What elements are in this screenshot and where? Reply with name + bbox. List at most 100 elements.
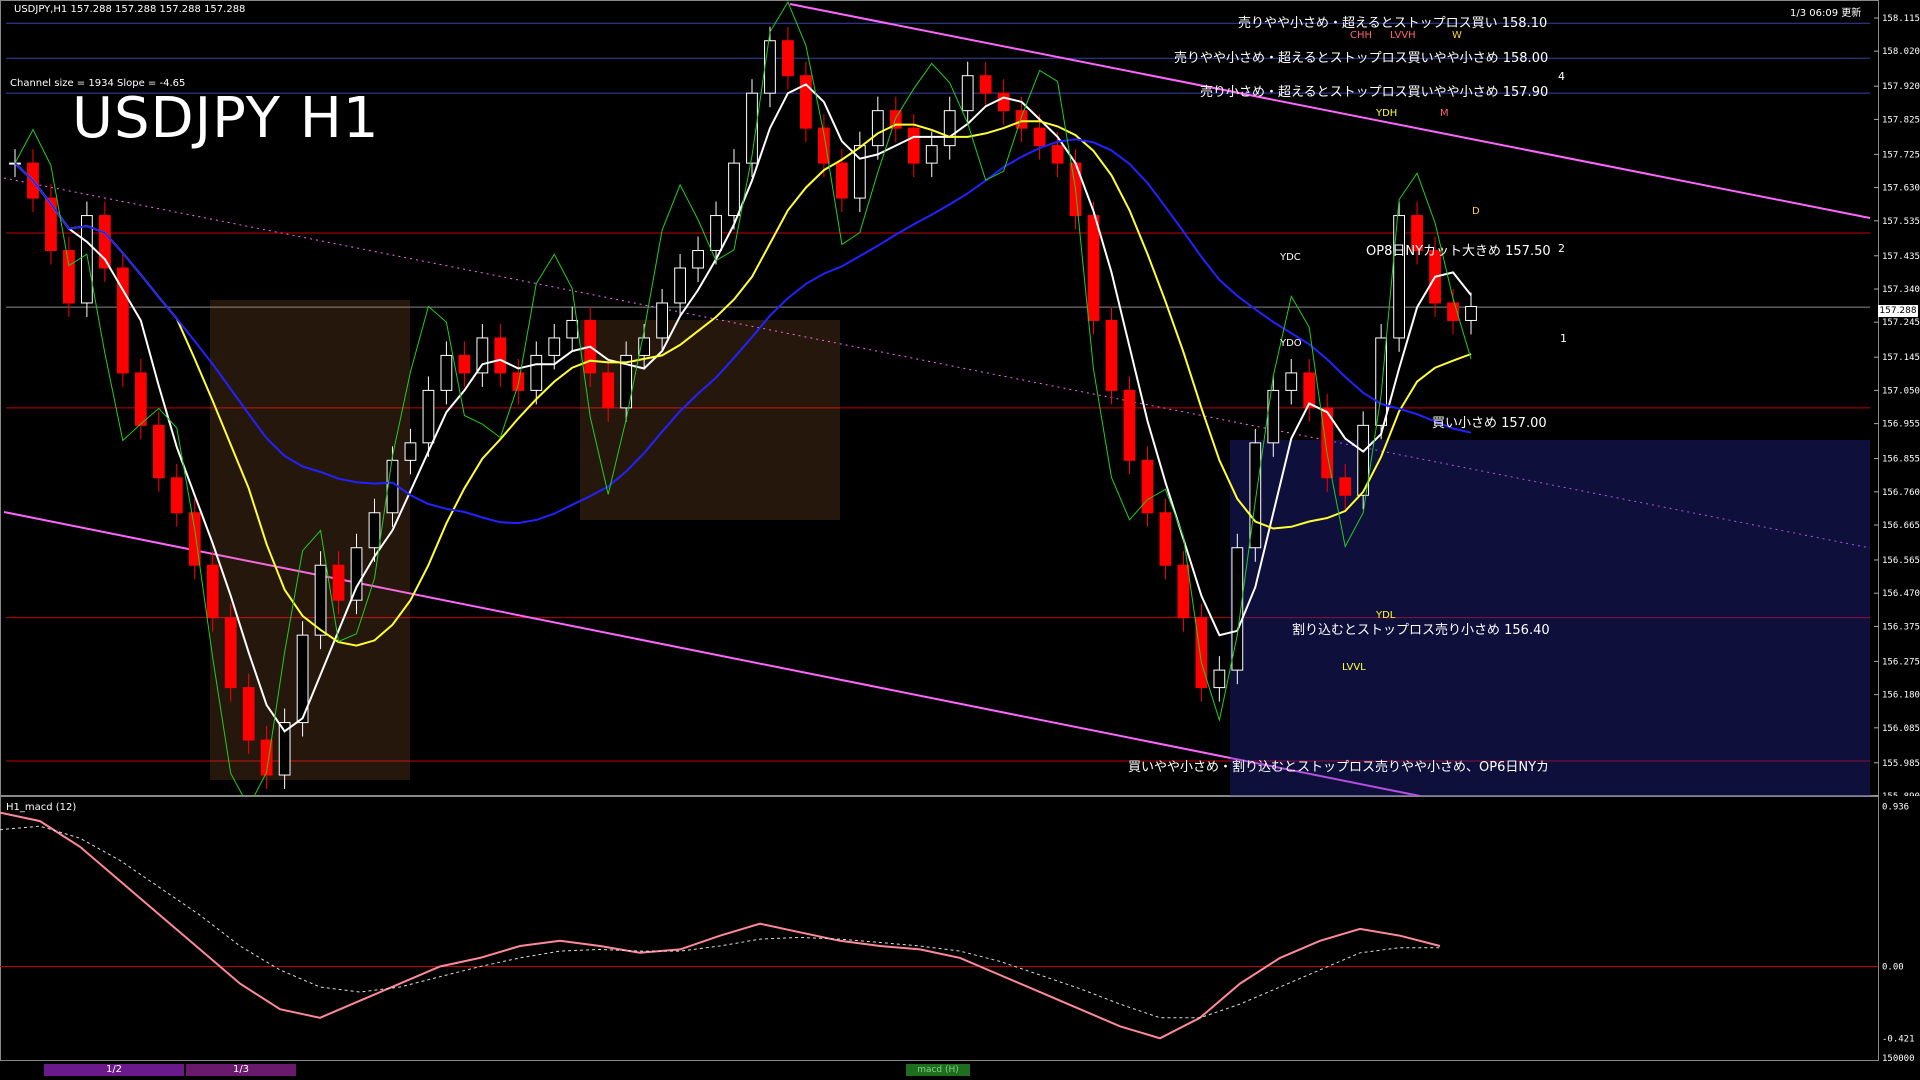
candle-body bbox=[1177, 564, 1190, 619]
ichimoku-cloud-blue bbox=[1230, 440, 1870, 796]
candle-body bbox=[1123, 389, 1136, 461]
label-lvvl: LVVL bbox=[1342, 662, 1366, 673]
candle-body bbox=[1141, 459, 1154, 514]
wave-label-2: 2 bbox=[1558, 242, 1565, 255]
candle-body bbox=[871, 110, 884, 147]
label-ydh: YDH bbox=[1376, 108, 1398, 119]
candle-body bbox=[440, 354, 453, 391]
candle-body bbox=[1267, 389, 1280, 444]
candle-body bbox=[1015, 110, 1028, 129]
macd-label: H1_macd (12) bbox=[6, 802, 77, 813]
wave-label-4: 4 bbox=[1558, 70, 1565, 83]
candle-body bbox=[656, 302, 669, 339]
annotation-157-50: OP8日NYカット大きめ 157.50 bbox=[1366, 244, 1551, 259]
candle-body bbox=[404, 442, 417, 461]
label-ydo: YDO bbox=[1280, 338, 1302, 349]
candle-body bbox=[458, 354, 471, 374]
candle-body bbox=[961, 75, 974, 112]
candle-body bbox=[152, 424, 165, 479]
macd-frame bbox=[0, 796, 1879, 1061]
wave-label-1: 1 bbox=[1560, 332, 1567, 345]
y-tick-label: 156.665 bbox=[1882, 521, 1920, 531]
candle-body bbox=[548, 337, 561, 356]
candle-body bbox=[332, 564, 345, 601]
y-tick-label: 156.375 bbox=[1882, 622, 1920, 632]
candle-body bbox=[314, 564, 327, 636]
macd-axis-label: 150000 bbox=[1882, 1054, 1915, 1062]
candle-body bbox=[674, 267, 686, 304]
macd-tab[interactable]: macd (H) bbox=[906, 1064, 970, 1076]
y-tick-label: 158.020 bbox=[1882, 47, 1920, 57]
label-ydl: YDL bbox=[1376, 610, 1396, 621]
candle-body bbox=[530, 354, 543, 391]
candle-body bbox=[728, 162, 740, 217]
candle-body bbox=[494, 337, 507, 374]
label-chh: CHH bbox=[1350, 30, 1373, 41]
candle-body bbox=[1393, 215, 1406, 339]
y-tick-label: 156.760 bbox=[1882, 488, 1920, 498]
y-tick-label: 157.535 bbox=[1882, 217, 1920, 227]
annotation-158-10: 売りやや小さめ・超えるとストップロス買い 158.10 bbox=[1238, 16, 1548, 31]
annotation-158-00: 売りやや小さめ・超えるとストップロス買いやや小さめ 158.00 bbox=[1174, 51, 1549, 66]
macd-axis-label: 0.00 bbox=[1882, 962, 1904, 972]
candle-body bbox=[206, 564, 219, 619]
candle-body bbox=[602, 372, 615, 409]
candle-body bbox=[422, 389, 435, 444]
candle-body bbox=[979, 75, 992, 94]
y-tick-label: 156.180 bbox=[1882, 691, 1920, 701]
y-tick-label: 157.825 bbox=[1882, 115, 1920, 125]
y-tick-label: 156.470 bbox=[1882, 589, 1920, 599]
period-1-2[interactable]: 1/2 bbox=[44, 1064, 184, 1076]
macd-axis-label: -0.421 bbox=[1882, 1034, 1915, 1044]
candle-body bbox=[925, 145, 938, 164]
y-tick-label: 157.725 bbox=[1882, 150, 1920, 160]
label-w: W bbox=[1452, 30, 1462, 41]
y-tick-label: 156.955 bbox=[1882, 420, 1920, 430]
candle-body bbox=[386, 459, 399, 514]
candle-body bbox=[943, 110, 956, 147]
candle-body bbox=[1033, 127, 1046, 147]
candle-body bbox=[1159, 512, 1172, 566]
annotation-155-99: 買いやや小さめ・割り込むとストップロス売りやや小さめ、OP6日NYカ bbox=[1128, 760, 1550, 775]
annotation-157-00: 買い小さめ 157.00 bbox=[1432, 416, 1547, 431]
y-tick-label: 157.630 bbox=[1882, 184, 1920, 194]
annotation-156-40: 割り込むとストップロス売り小さめ 156.40 bbox=[1292, 623, 1550, 638]
candle-body bbox=[350, 547, 363, 601]
candle-body bbox=[1087, 215, 1100, 321]
price-chart[interactable]: 158.115 158.020 157.920 157.825 157.725 157.6… bbox=[0, 0, 1920, 796]
y-tick-label: 157.920 bbox=[1882, 82, 1920, 92]
candle-body bbox=[224, 617, 237, 689]
y-tick-label: 155.985 bbox=[1882, 759, 1920, 769]
y-tick-label: 158.115 bbox=[1882, 14, 1920, 24]
candle-body bbox=[1213, 669, 1226, 689]
candle-body bbox=[782, 40, 794, 77]
candle-body bbox=[170, 477, 183, 514]
y-tick-label: 157.050 bbox=[1882, 386, 1920, 396]
y-tick-label: 157.340 bbox=[1882, 285, 1920, 295]
candle-body bbox=[1465, 305, 1477, 321]
candle-body bbox=[1285, 372, 1298, 391]
y-tick-label: 156.565 bbox=[1882, 556, 1920, 566]
label-d: D bbox=[1472, 206, 1480, 217]
candle-body bbox=[566, 319, 579, 339]
period-1-3[interactable]: 1/3 bbox=[186, 1064, 296, 1076]
ichimoku-cloud-orange bbox=[580, 320, 840, 520]
label-m: M bbox=[1440, 108, 1449, 119]
macd-signal-line bbox=[0, 825, 1440, 1019]
macd-chart[interactable]: 0.936 0.00 -0.421 150000 bbox=[0, 796, 1920, 1062]
candle-body bbox=[1051, 145, 1064, 164]
y-tick-label: 157.245 bbox=[1882, 318, 1920, 328]
candle-body bbox=[710, 215, 722, 252]
candle-body bbox=[134, 372, 147, 426]
candle-body bbox=[835, 162, 848, 199]
candle-body bbox=[45, 197, 57, 252]
candle-body bbox=[997, 92, 1010, 112]
candle-body bbox=[853, 145, 866, 199]
candle-body bbox=[1339, 477, 1352, 496]
candle-body bbox=[242, 687, 255, 741]
y-tick-label: 157.435 bbox=[1882, 252, 1920, 262]
y-tick-label: 156.275 bbox=[1882, 657, 1920, 667]
candle-body bbox=[1195, 617, 1208, 689]
candle-body bbox=[1105, 319, 1118, 391]
candle-body bbox=[692, 250, 704, 269]
